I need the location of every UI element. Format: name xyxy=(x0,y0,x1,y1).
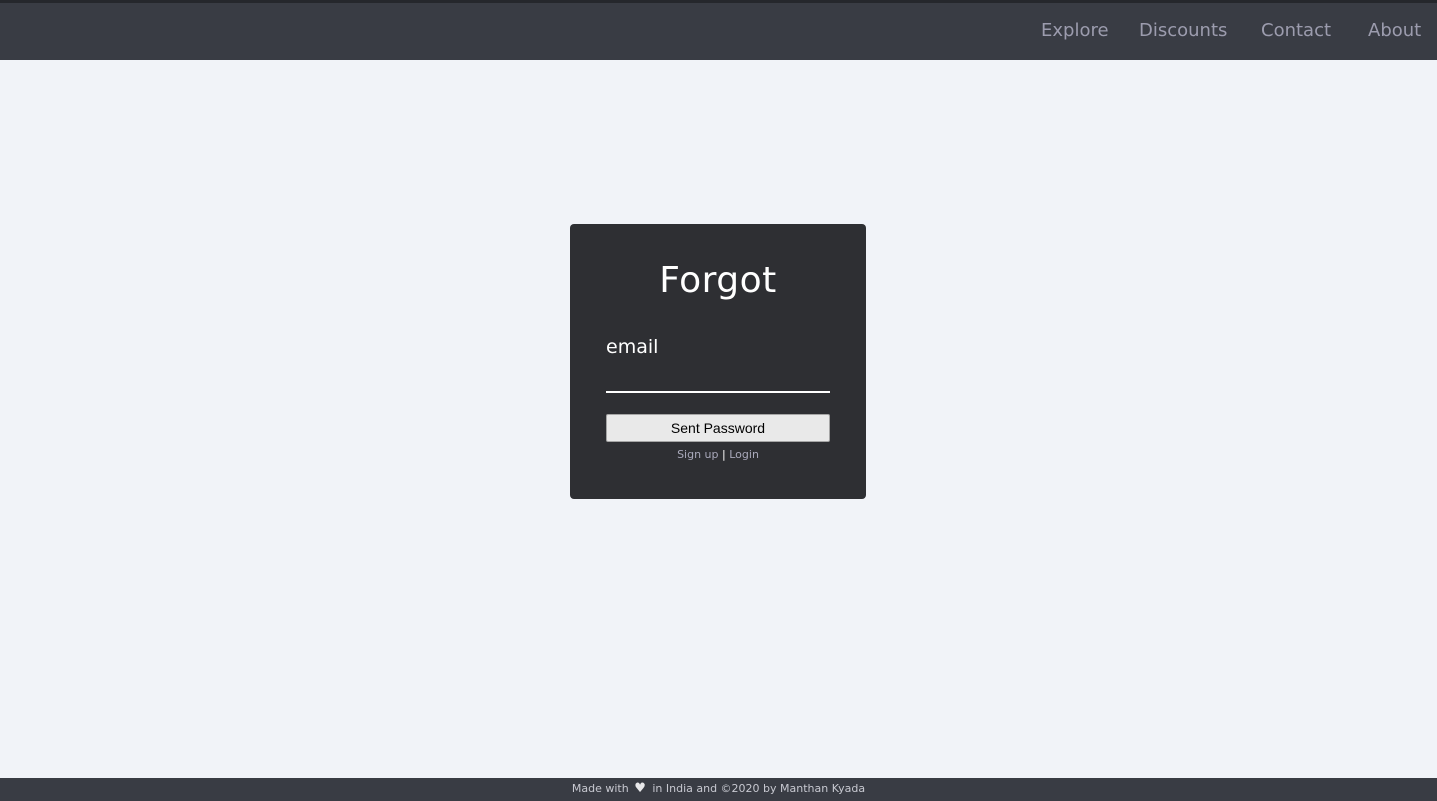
nav-link-contact[interactable]: Contact xyxy=(1261,20,1331,41)
footer: Made with ♥ in India and ©2020 by Mantha… xyxy=(0,778,1437,801)
forgot-password-card: Forgot email Sent Password Sign up | Log… xyxy=(570,224,866,499)
link-separator: | xyxy=(722,448,726,461)
footer-suffix: in India and ©2020 by Manthan Kyada xyxy=(652,782,866,795)
heart-icon: ♥ xyxy=(634,781,646,796)
sign-up-link[interactable]: Sign up xyxy=(677,448,718,461)
auth-links: Sign up | Login xyxy=(570,448,866,461)
footer-prefix: Made with xyxy=(571,782,629,795)
email-label: email xyxy=(606,336,659,358)
login-link[interactable]: Login xyxy=(729,448,759,461)
nav-link-about[interactable]: About xyxy=(1368,20,1421,41)
email-input[interactable] xyxy=(606,364,830,393)
nav-link-discounts[interactable]: Discounts xyxy=(1139,20,1227,41)
card-title: Forgot xyxy=(659,260,777,301)
top-navbar: Explore Discounts Contact About xyxy=(0,0,1437,60)
nav-link-explore[interactable]: Explore xyxy=(1041,20,1109,41)
send-password-button[interactable]: Sent Password xyxy=(606,414,830,442)
